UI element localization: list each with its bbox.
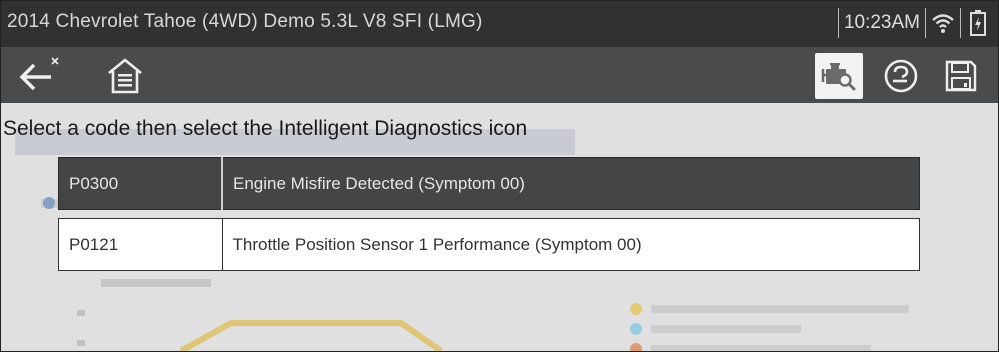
intelligent-diagnostics-icon (821, 63, 856, 91)
dtc-code: P0121 (58, 218, 223, 271)
back-button[interactable] (15, 53, 69, 97)
dtc-description: Throttle Position Sensor 1 Performance (… (221, 218, 920, 271)
home-icon (108, 58, 142, 94)
dtc-row-selected[interactable]: P0300 Engine Misfire Detected (Symptom 0… (58, 157, 920, 210)
dtc-description: Engine Misfire Detected (Symptom 00) (221, 157, 920, 210)
dtc-code: P0300 (58, 157, 223, 210)
row-spacer (59, 210, 920, 219)
battery-charging-icon (964, 6, 992, 40)
intelligent-diagnostics-button[interactable] (815, 53, 863, 99)
dtc-table: P0300 Engine Misfire Detected (Symptom 0… (58, 157, 920, 271)
save-button[interactable] (937, 53, 985, 99)
instruction-text: Select a code then select the Intelligen… (3, 117, 528, 140)
help-button[interactable] (877, 53, 925, 99)
home-button[interactable] (101, 53, 149, 99)
status-indicators: 10:23AM (835, 6, 992, 40)
dtc-row[interactable]: P0121 Throttle Position Sensor 1 Perform… (58, 218, 920, 271)
help-icon (884, 59, 918, 93)
toolbar (1, 47, 998, 103)
back-arrow-icon (19, 57, 59, 91)
vehicle-title: 2014 Chevrolet Tahoe (4WD) Demo 5.3L V8 … (7, 11, 483, 32)
save-icon (945, 60, 977, 92)
divider (837, 8, 839, 38)
clock: 10:23AM (843, 12, 920, 33)
divider (960, 8, 961, 38)
status-bar: 2014 Chevrolet Tahoe (4WD) Demo 5.3L V8 … (1, 1, 998, 47)
app-window: 2014 Chevrolet Tahoe (4WD) Demo 5.3L V8 … (0, 0, 999, 352)
divider (925, 8, 926, 38)
wifi-icon (929, 6, 957, 40)
main-content: Select a code then select the Intelligen… (1, 103, 998, 351)
